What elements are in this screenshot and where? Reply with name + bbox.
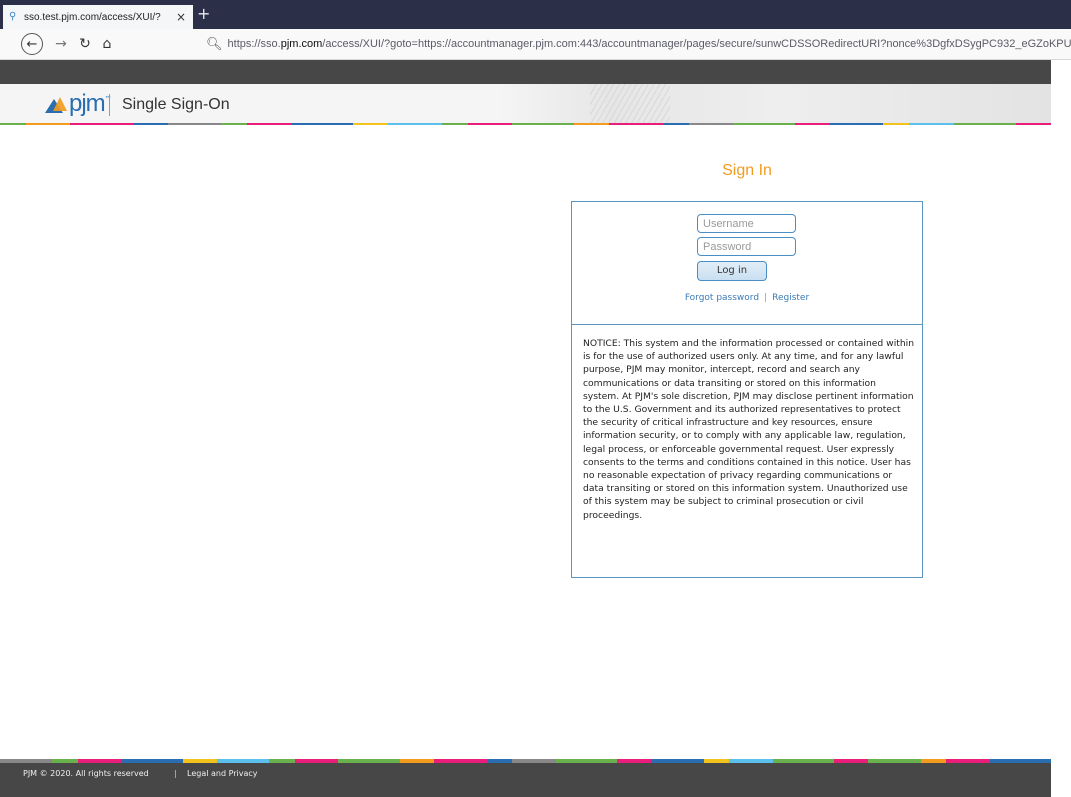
- forgot-password-link[interactable]: Forgot password: [685, 293, 759, 303]
- password-input[interactable]: [697, 237, 796, 256]
- register-link[interactable]: Register: [772, 293, 809, 303]
- stripe-segment: [291, 123, 354, 125]
- stripe-segment: [795, 123, 831, 125]
- new-tab-button[interactable]: +: [197, 6, 210, 22]
- pjm-logo[interactable]: pjm ™: [45, 90, 112, 117]
- header-color-stripe: [0, 123, 1052, 125]
- stripe-segment: [388, 123, 442, 125]
- site-favicon-icon: ⚲: [9, 11, 17, 22]
- url-prefix: https://sso.: [227, 38, 281, 50]
- reload-icon[interactable]: ↻: [76, 34, 94, 54]
- stripe-segment: [353, 123, 389, 125]
- browser-tab[interactable]: ⚲ sso.test.pjm.com/access/XUI/? ×: [3, 5, 193, 29]
- signin-panel: Log in Forgot password | Register NOTICE: …: [571, 201, 923, 578]
- stripe-segment: [220, 123, 247, 125]
- forward-icon[interactable]: →: [52, 34, 70, 54]
- search-icon: 🔍︎: [206, 36, 223, 51]
- page-footer: PJM © 2020. All rights reserved | Legal …: [0, 763, 1051, 797]
- stripe-segment: [830, 123, 884, 125]
- link-separator: |: [764, 293, 768, 303]
- site-header: pjm ™ Single Sign-On: [0, 84, 1051, 124]
- username-input[interactable]: [697, 214, 796, 233]
- stripe-segment: [167, 123, 221, 125]
- stripe-segment: [609, 123, 663, 125]
- url-rest: /access/XUI/?goto=https://accountmanager…: [322, 38, 1071, 50]
- copyright-text: PJM © 2020. All rights reserved: [23, 769, 149, 778]
- header-divider: [109, 94, 110, 116]
- browser-nav-bar: ← → ↻ ⌂ 🔍︎ https://sso. pjm.com/access/XU…: [0, 29, 1071, 60]
- stripe-segment: [909, 123, 954, 125]
- stripe-segment: [0, 123, 26, 125]
- footer-separator: |: [174, 769, 177, 778]
- signin-heading: Sign In: [722, 162, 772, 179]
- stripe-segment: [132, 123, 168, 125]
- page-title: Single Sign-On: [122, 96, 230, 113]
- login-form: Log in Forgot password | Register: [572, 202, 922, 325]
- pjm-logo-mark-icon: [45, 95, 67, 113]
- stripe-segment: [574, 123, 610, 125]
- address-bar[interactable]: 🔍︎ https://sso. pjm.com/access/XUI/?goto=…: [206, 33, 1071, 55]
- stripe-segment: [732, 123, 796, 125]
- security-notice: NOTICE: This system and the information …: [583, 338, 915, 521]
- home-icon[interactable]: ⌂: [98, 34, 116, 54]
- legal-privacy-link[interactable]: Legal and Privacy: [187, 769, 258, 778]
- tab-title: sso.test.pjm.com/access/XUI/?: [24, 11, 161, 23]
- stripe-segment: [1015, 123, 1052, 125]
- browser-tab-strip: ⚲ sso.test.pjm.com/access/XUI/? × +: [0, 0, 1071, 29]
- header-decoration: [500, 84, 1051, 124]
- stripe-segment: [70, 123, 133, 125]
- stripe-segment: [467, 123, 512, 125]
- header-decoration-lines: [590, 84, 670, 124]
- stripe-segment: [662, 123, 689, 125]
- back-icon[interactable]: ←: [21, 33, 43, 55]
- stripe-segment: [246, 123, 292, 125]
- close-tab-icon[interactable]: ×: [175, 10, 187, 24]
- top-dark-band: [0, 60, 1051, 84]
- login-button[interactable]: Log in: [697, 261, 767, 281]
- pjm-logo-text: pjm: [69, 90, 106, 117]
- stripe-segment: [953, 123, 1016, 125]
- stripe-segment: [883, 123, 910, 125]
- stripe-segment: [688, 123, 733, 125]
- stripe-segment: [511, 123, 575, 125]
- url-host: pjm.com: [280, 38, 323, 50]
- stripe-segment: [441, 123, 468, 125]
- stripe-segment: [25, 123, 71, 125]
- signin-links: Forgot password | Register: [572, 293, 922, 303]
